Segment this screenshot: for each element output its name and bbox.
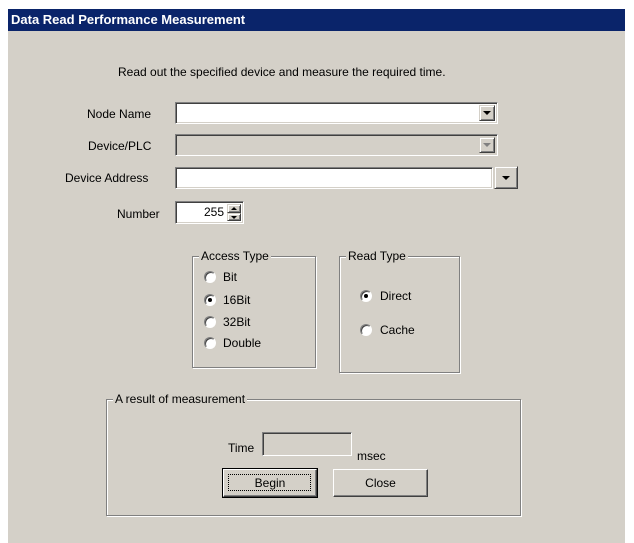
access-type-bit-label[interactable]: Bit	[223, 269, 237, 285]
read-type-title: Read Type	[346, 249, 408, 263]
result-title: A result of measurement	[113, 392, 248, 406]
device-plc-combobox[interactable]	[175, 134, 498, 156]
number-input[interactable]: 255	[175, 201, 244, 224]
device-address-dropdown-button[interactable]	[494, 166, 518, 189]
access-type-32bit-label[interactable]: 32Bit	[223, 314, 250, 330]
device-plc-dropdown-button[interactable]	[479, 137, 495, 153]
arrow-up-icon	[231, 207, 237, 210]
read-type-cache-label[interactable]: Cache	[380, 322, 415, 338]
radio-selected-dot	[208, 298, 212, 302]
arrow-down-icon	[231, 216, 237, 219]
read-type-cache-radio[interactable]	[360, 324, 372, 336]
number-label: Number	[117, 207, 160, 221]
node-name-label: Node Name	[87, 107, 152, 121]
access-type-group: Access Type Bit 16Bit 32Bit Double	[192, 249, 316, 368]
radio-selected-dot	[364, 294, 368, 298]
access-type-title: Access Type	[199, 249, 271, 263]
time-output	[262, 432, 352, 456]
result-group: A result of measurement Time msec Begin …	[106, 392, 521, 516]
begin-button[interactable]: Begin	[222, 468, 318, 498]
device-plc-label: Device/PLC	[88, 139, 152, 153]
chevron-down-icon	[483, 143, 491, 147]
access-type-double-label[interactable]: Double	[223, 335, 261, 351]
number-value: 255	[203, 205, 224, 219]
description-text: Read out the specified device and measur…	[118, 65, 446, 79]
dialog-title: Data Read Performance Measurement	[8, 9, 625, 31]
access-type-double-radio[interactable]	[204, 337, 216, 349]
access-type-32bit-radio[interactable]	[204, 316, 216, 328]
begin-button-label: Begin	[254, 476, 286, 490]
number-spin-down-button[interactable]	[227, 213, 241, 221]
close-button-label: Close	[365, 476, 396, 490]
access-type-16bit-label[interactable]: 16Bit	[223, 292, 250, 308]
access-type-bit-radio[interactable]	[204, 271, 216, 283]
device-address-input[interactable]	[175, 167, 493, 189]
chevron-down-icon	[483, 111, 491, 115]
time-label: Time	[228, 441, 255, 455]
node-name-combobox[interactable]	[175, 102, 498, 124]
read-type-direct-label[interactable]: Direct	[380, 288, 411, 304]
read-type-direct-radio[interactable]	[360, 290, 372, 302]
chevron-down-icon	[502, 175, 510, 180]
read-type-group: Read Type Direct Cache	[339, 249, 460, 373]
dialog-window: Data Read Performance Measurement Read o…	[7, 8, 625, 543]
node-name-dropdown-button[interactable]	[479, 105, 495, 121]
device-address-label: Device Address	[65, 171, 149, 185]
access-type-16bit-radio[interactable]	[204, 294, 216, 306]
close-button[interactable]: Close	[333, 469, 428, 497]
time-unit: msec	[357, 449, 386, 463]
number-spin-up-button[interactable]	[227, 204, 241, 213]
